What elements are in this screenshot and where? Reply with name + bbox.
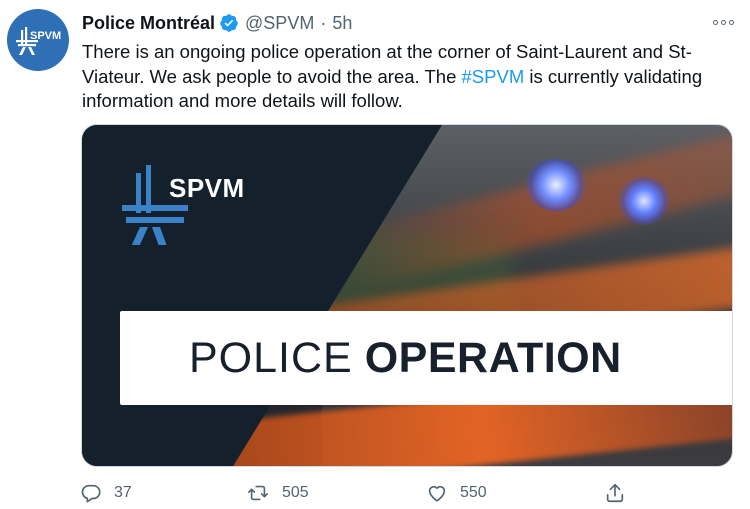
retweet-count: 505 (282, 484, 309, 501)
tweet-media-image[interactable]: SPVM POLICE OPERATION (81, 124, 733, 467)
banner-word-operation: OPERATION (364, 333, 622, 382)
like-button[interactable]: 550 (426, 481, 487, 505)
like-count: 550 (460, 484, 487, 501)
tweet-header: Police Montréal @SPVM · 5h (82, 12, 352, 34)
retweet-button[interactable]: 505 (246, 481, 309, 505)
more-options-icon[interactable] (710, 14, 736, 30)
reply-icon (81, 484, 101, 503)
avatar-text: SPVM (30, 30, 62, 42)
like-icon (428, 485, 446, 502)
reply-count: 37 (114, 484, 132, 501)
tweet-time[interactable]: 5h (332, 13, 352, 34)
share-button[interactable] (604, 481, 626, 505)
tweet-text: There is an ongoing police operation at … (82, 40, 744, 114)
spvm-logo-text: SPVM (169, 173, 245, 203)
banner-word-police: POLICE (189, 333, 353, 382)
separator-dot: · (320, 12, 327, 33)
author-handle[interactable]: @SPVM (245, 13, 314, 34)
share-icon (606, 483, 624, 503)
reply-button[interactable]: 37 (80, 481, 132, 505)
police-operation-banner: POLICE OPERATION (120, 311, 732, 405)
avatar[interactable]: SPVM (7, 9, 69, 71)
tweet-action-bar: 37 505 550 (80, 481, 640, 505)
hashtag-link[interactable]: #SPVM (462, 66, 525, 87)
verified-badge-icon (219, 13, 239, 33)
retweet-icon (248, 485, 268, 501)
author-name[interactable]: Police Montréal (82, 13, 215, 34)
